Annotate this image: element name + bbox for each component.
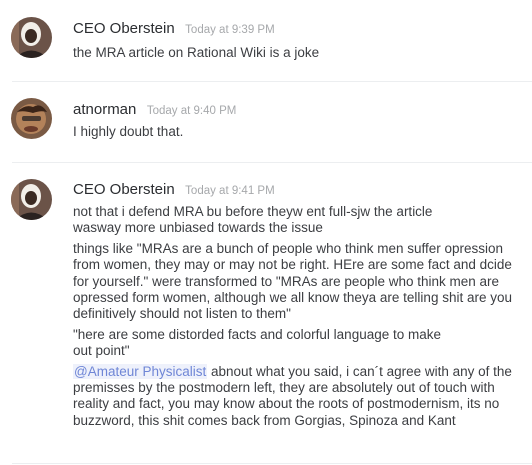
username[interactable]: atnorman [73,101,136,118]
timestamp: Today at 9:39 PM [185,24,275,36]
message-text: things like "MRAs are a bunch of people … [73,240,512,322]
message-group: CEO Oberstein Today at 9:41 PM not that … [0,163,532,465]
message-header: CEO Oberstein Today at 9:41 PM [73,181,275,199]
message-text: I highly doubt that. [73,124,184,139]
message-content: not that i defend MRA bu before theyw en… [73,204,528,429]
user-avatar-icon[interactable] [11,17,52,58]
timestamp: Today at 9:41 PM [185,185,275,197]
message-text: the MRA article on Rational Wiki is a jo… [73,45,320,60]
message-text-with-mention: @Amateur Physicalist abnout what you sai… [73,363,525,430]
user-avatar-icon[interactable] [11,179,52,220]
message-header: CEO Oberstein Today at 9:39 PM [73,20,275,38]
chat-messages: CEO Oberstein Today at 9:39 PM the MRA a… [0,0,532,465]
message-text: "here are some distorded facts and color… [73,326,442,359]
divider [12,463,532,464]
message-text: not that i defend MRA bu before theyw en… [73,204,433,236]
user-avatar-icon[interactable] [11,98,52,139]
timestamp: Today at 9:40 PM [146,105,237,117]
message-group: atnorman Today at 9:40 PM I highly doubt… [0,82,532,164]
message-content: the MRA article on Rational Wiki is a jo… [73,45,528,61]
message-header: atnorman Today at 9:40 PM [73,101,236,119]
message-group: CEO Oberstein Today at 9:39 PM the MRA a… [0,0,532,82]
username[interactable]: CEO Oberstein [73,181,175,198]
user-mention[interactable]: @Amateur Physicalist [73,363,208,379]
message-content: I highly doubt that. [73,124,528,140]
username[interactable]: CEO Oberstein [73,20,175,37]
